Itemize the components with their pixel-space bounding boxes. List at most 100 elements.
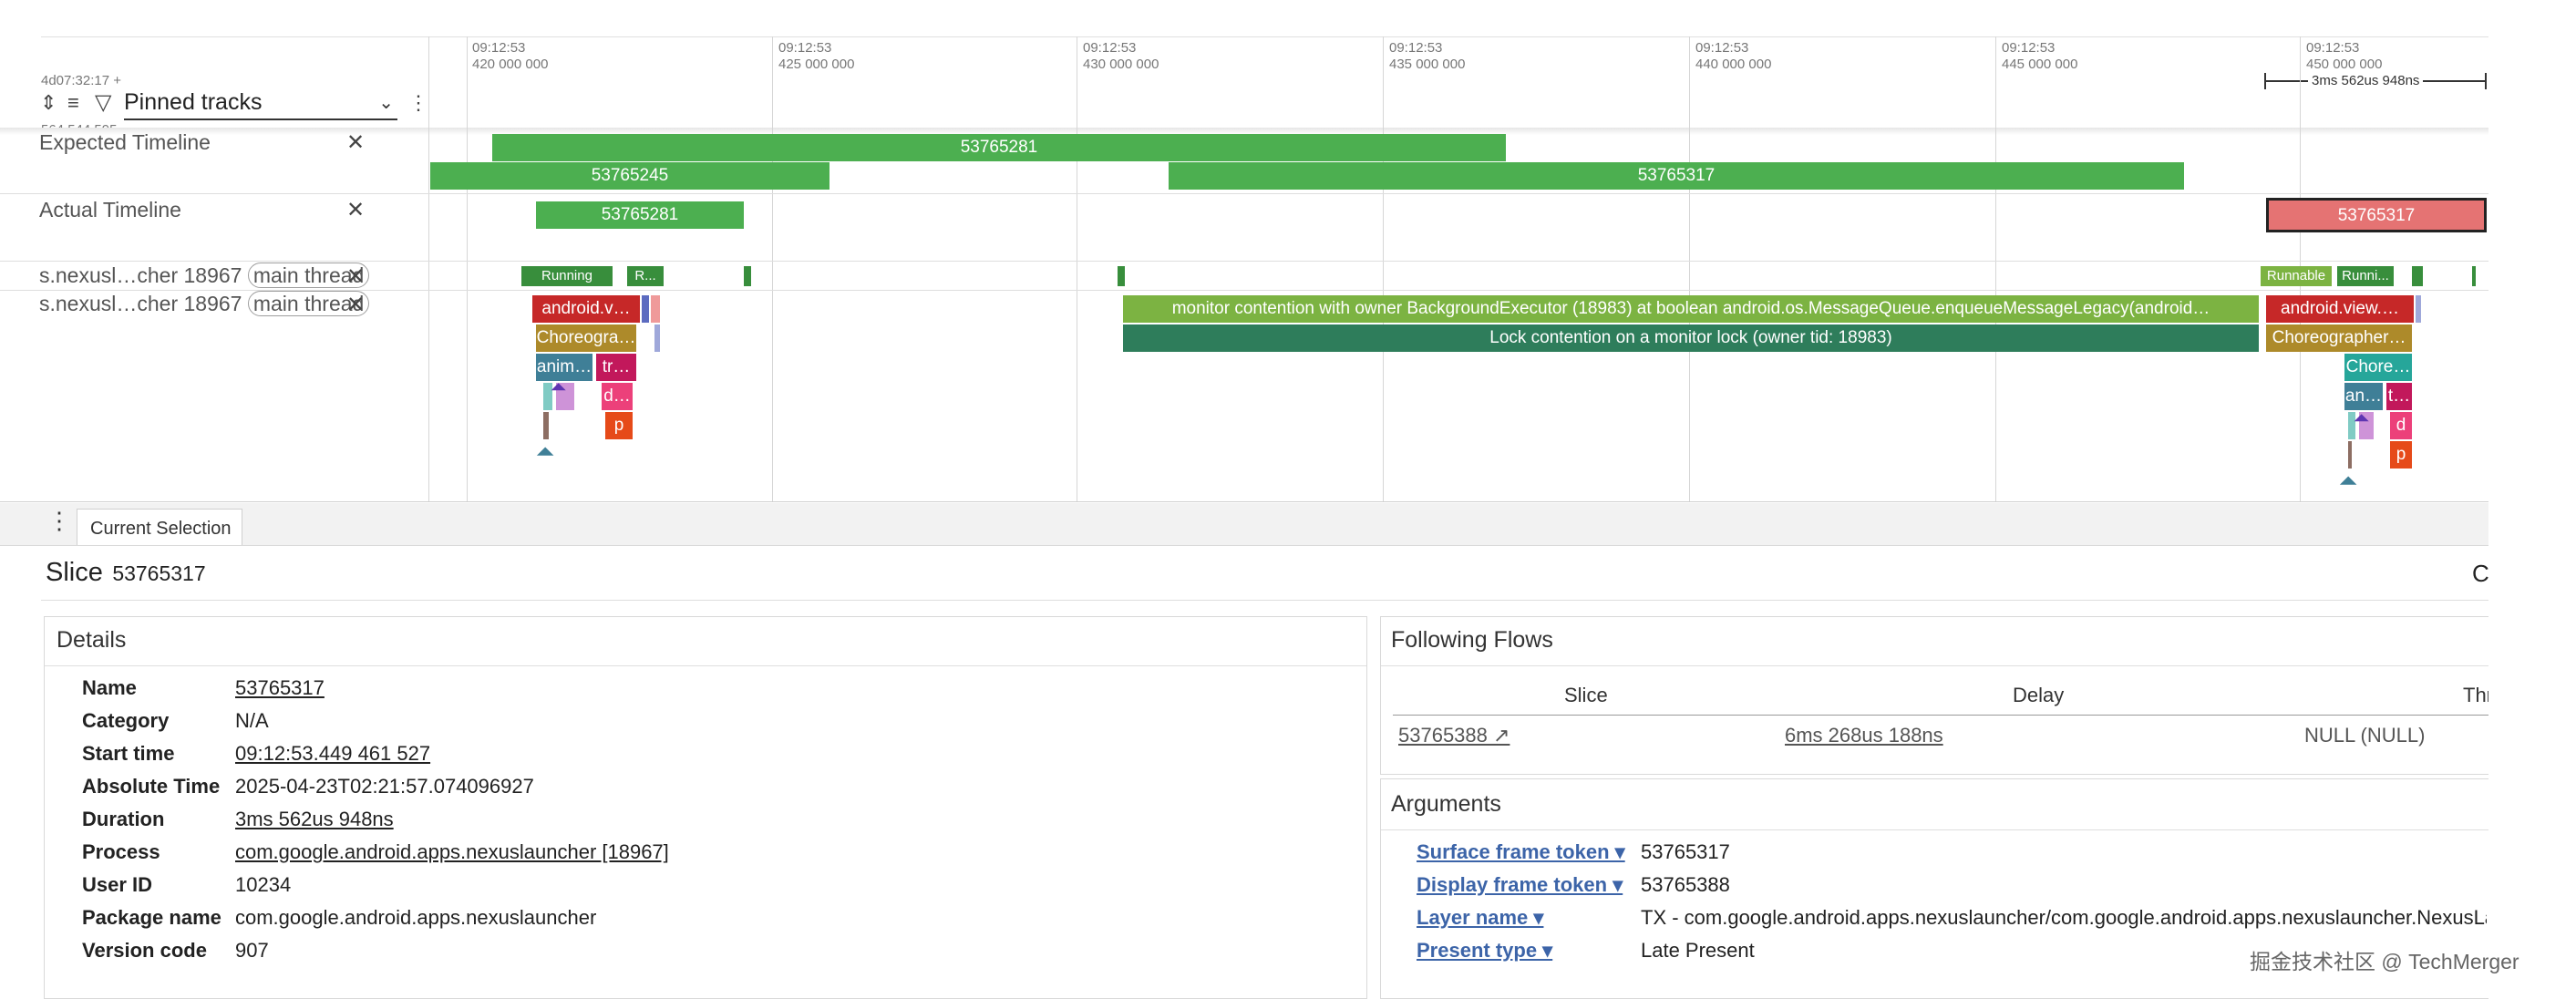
thread-state-running[interactable]	[744, 266, 751, 286]
flow-thread-value: NULL (NULL)	[2304, 724, 2426, 747]
detail-key: User ID	[82, 873, 153, 896]
heading-divider	[41, 600, 2488, 601]
grid-line	[1383, 36, 1384, 501]
tick-label: 09:12:53 450 000 000	[2306, 40, 2383, 72]
detail-value: 2025-04-23T02:21:57.074096927	[235, 775, 534, 798]
close-icon[interactable]: ✕	[346, 129, 365, 156]
thread-name: s.nexusl…cher 18967	[39, 292, 242, 315]
thread-slice[interactable]: d…	[602, 383, 633, 410]
tab-current-selection[interactable]: Current Selection	[77, 509, 242, 545]
thread-slice[interactable]: p	[605, 412, 633, 439]
thread-slice[interactable]: Chore…	[2344, 354, 2412, 381]
flows-header-divider	[1393, 715, 2488, 716]
thread-state-running[interactable]	[1118, 266, 1125, 286]
thread-slice-monitor-contention[interactable]: monitor contention with owner Background…	[1123, 295, 2259, 323]
detail-key: Duration	[82, 808, 165, 830]
grid-line	[1995, 36, 1996, 501]
flow-arrow-icon: ⏶	[536, 438, 555, 465]
detail-key: Version code	[82, 939, 207, 962]
thread-state-running[interactable]	[2412, 266, 2423, 286]
thread-slice[interactable]	[2348, 441, 2352, 469]
detail-key: Absolute Time	[82, 775, 221, 798]
close-icon[interactable]: ✕	[346, 197, 365, 223]
detail-value-link[interactable]: com.google.android.apps.nexuslauncher [1…	[235, 840, 669, 864]
flows-divider	[1381, 665, 2488, 666]
track-label-expected: Expected Timeline	[39, 130, 211, 154]
span-measure-label: 3ms 562us 948ns	[2308, 73, 2424, 88]
close-icon[interactable]: ✕	[346, 263, 365, 290]
thread-state-running[interactable]: Running	[521, 266, 613, 286]
tick-label: 09:12:53 420 000 000	[472, 40, 549, 72]
slice-heading-right-cut: C	[2472, 560, 2489, 587]
panel-menu-icon[interactable]: ⋮	[47, 507, 71, 535]
actual-slice[interactable]: 53765281	[536, 201, 744, 229]
arguments-title: Arguments	[1391, 791, 1501, 817]
detail-key: Package name	[82, 906, 222, 929]
timestamp-line1: 4d07:32:17 +	[41, 73, 122, 88]
thread-state-running[interactable]	[2472, 266, 2476, 286]
argument-key-dropdown[interactable]: Display frame token ▾	[1417, 873, 1623, 897]
argument-value: Late Present	[1641, 939, 1755, 962]
bottom-panel-tabbar	[0, 503, 2488, 546]
track-label-actual: Actual Timeline	[39, 198, 181, 221]
thread-slice[interactable]	[642, 295, 649, 323]
detail-value-link[interactable]: 09:12:53.449 461 527	[235, 742, 430, 766]
detail-value-link[interactable]: 3ms 562us 948ns	[235, 808, 394, 831]
flow-arrow-icon: ⏶	[2339, 467, 2358, 494]
thread-slice[interactable]: android.view.…	[2266, 295, 2414, 323]
thread-slice[interactable]	[2416, 295, 2421, 323]
track-label-thread-slices: s.nexusl…cher 18967 main thread	[39, 291, 370, 316]
thread-slice[interactable]	[651, 295, 660, 323]
track-divider	[0, 193, 2488, 194]
detail-value: 907	[235, 939, 269, 962]
thread-slice[interactable]: t…	[2386, 383, 2412, 410]
filter-icon[interactable]: ▽	[95, 89, 111, 116]
pinned-tracks-select[interactable]: Pinned tracks ⌄	[124, 89, 397, 120]
thread-slice[interactable]: tr…	[596, 354, 636, 381]
header-top-divider	[41, 36, 2488, 37]
detail-value: N/A	[235, 709, 269, 732]
thread-slice[interactable]: p	[2390, 441, 2412, 469]
span-measure-cap-left	[2264, 73, 2266, 89]
slice-heading: Slice 53765317	[46, 558, 206, 588]
expected-slice[interactable]: 53765317	[1169, 162, 2184, 190]
flows-col-slice[interactable]: Slice	[1564, 684, 1608, 707]
thread-slice[interactable]	[654, 324, 660, 352]
sort-icon[interactable]: ≡	[67, 91, 79, 115]
details-divider	[45, 665, 1366, 666]
actual-slice-selected[interactable]: 53765317	[2266, 198, 2487, 232]
argument-key-dropdown[interactable]: Surface frame token ▾	[1417, 840, 1625, 864]
grid-line	[467, 36, 468, 501]
thread-state-runnable[interactable]: Runnable	[2261, 266, 2332, 286]
track-divider	[0, 501, 2488, 502]
grid-line	[772, 36, 773, 501]
tab-label: Current Selection	[90, 519, 232, 539]
thread-slice[interactable]: android.v…	[532, 295, 640, 323]
tick-label: 09:12:53 430 000 000	[1083, 40, 1159, 72]
thread-slice[interactable]: Choreogra…	[536, 324, 636, 352]
expected-slice[interactable]: 53765281	[492, 134, 1506, 161]
flow-delay-link[interactable]: 6ms 268us 188ns	[1785, 724, 1943, 747]
tick-label: 09:12:53 440 000 000	[1695, 40, 1772, 72]
thread-state-running[interactable]: Runni...	[2337, 266, 2394, 286]
close-icon[interactable]: ✕	[346, 292, 365, 318]
thread-slice[interactable]: Choreographer…	[2266, 324, 2412, 352]
more-options-icon[interactable]: ⋮	[408, 91, 428, 115]
expected-slice[interactable]: 53765245	[430, 162, 829, 190]
arguments-divider	[1381, 829, 2488, 830]
thread-state-running[interactable]: R...	[627, 266, 664, 286]
expand-collapse-icon[interactable]: ⇕	[40, 91, 57, 115]
track-divider	[0, 261, 2488, 262]
flow-arrow-icon: ⏶	[551, 376, 567, 398]
flow-slice-link[interactable]: 53765388 ↗	[1398, 724, 1510, 747]
thread-slice[interactable]: d	[2390, 412, 2412, 439]
pinned-tracks-label: Pinned tracks	[124, 89, 263, 115]
slice-heading-label: Slice	[46, 558, 103, 587]
argument-key-dropdown[interactable]: Layer name ▾	[1417, 906, 1543, 930]
argument-key-dropdown[interactable]: Present type ▾	[1417, 939, 1552, 963]
detail-value-link[interactable]: 53765317	[235, 676, 325, 700]
thread-slice-lock-contention[interactable]: Lock contention on a monitor lock (owner…	[1123, 324, 2259, 352]
thread-slice[interactable]	[543, 412, 549, 439]
thread-name: s.nexusl…cher 18967	[39, 263, 242, 287]
flows-col-delay[interactable]: Delay	[2013, 684, 2064, 707]
